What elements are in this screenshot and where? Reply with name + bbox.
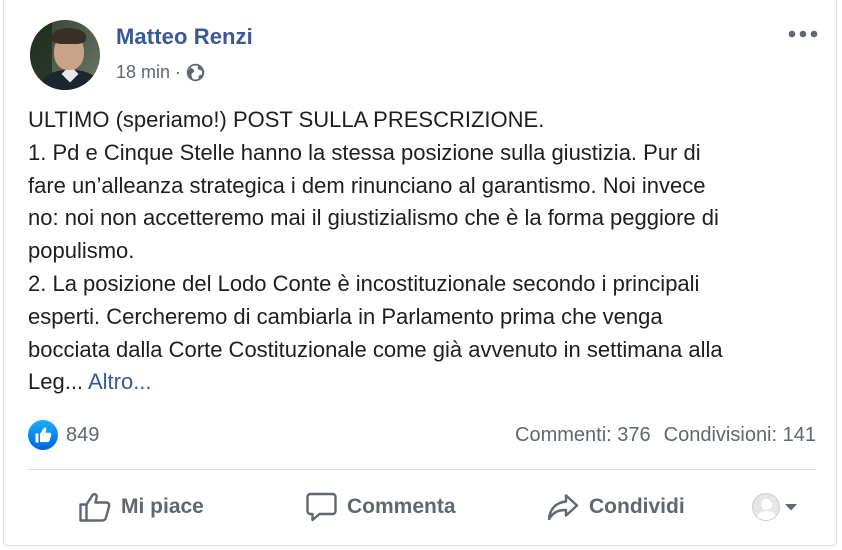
chevron-down-icon [785,504,797,511]
post-card: Matteo Renzi 18 min · ULTIMO (speriamo!)… [3,0,837,546]
comment-button-label: Commenta [347,495,456,518]
ellipsis-icon [788,30,818,38]
post-text-line: fare un’alleanza strategica i dem rinunc… [28,172,706,198]
post-timestamp[interactable]: 18 min [116,62,170,83]
post-text-line: no: noi non accetteremo mai il giustizia… [28,205,719,231]
post-text-line: 2. La posizione del Lodo Conte è incosti… [28,270,700,296]
post-text-line: esperti. Cercheremo di cambiarla in Parl… [28,303,663,329]
globe-icon[interactable] [186,63,205,82]
comment-icon [306,492,337,522]
post-meta: 18 min · [116,61,205,83]
audience-selector[interactable] [752,490,798,524]
like-button[interactable]: Mi piace [78,490,204,524]
engagement-counts: Commenti: 376 Condivisioni: 141 [515,424,816,447]
actions-divider [28,469,816,470]
user-avatar-icon [752,493,780,521]
shares-count[interactable]: Condivisioni: 141 [664,424,816,447]
author-avatar[interactable] [30,20,100,90]
truncated-text: Leg... [28,369,84,395]
reactions-summary[interactable]: 849 [28,420,99,450]
post-text-line: 1. Pd e Cinque Stelle hanno la stessa po… [28,139,701,165]
comment-button[interactable]: Commenta [305,490,456,524]
post-text-line: ULTIMO (speriamo!) POST SULLA PRESCRIZIO… [28,107,545,132]
more-options-button[interactable] [786,22,820,46]
like-button-label: Mi piace [121,495,204,518]
post-text-line: populismo. [28,238,135,264]
post-stats: 849 Commenti: 376 Condivisioni: 141 [28,418,816,452]
share-button-label: Condividi [589,495,685,518]
post-text-last-line: Leg... Altro... [28,366,828,399]
comments-count[interactable]: Commenti: 376 [515,424,651,447]
post-text-line: bocciata dalla Corte Costituzionale come… [28,336,723,362]
see-more-link[interactable]: Altro... [88,369,152,394]
meta-separator: · [175,61,182,82]
author-name[interactable]: Matteo Renzi [116,24,253,50]
like-reaction-icon [28,420,58,450]
post-actions: Mi piace Commenta Condividi [28,480,816,534]
post-text: ULTIMO (speriamo!) POST SULLA PRESCRIZIO… [28,104,828,399]
thumbs-up-icon [79,493,111,522]
share-button[interactable]: Condividi [546,490,685,524]
share-icon [547,494,579,521]
likes-count: 849 [66,423,100,446]
